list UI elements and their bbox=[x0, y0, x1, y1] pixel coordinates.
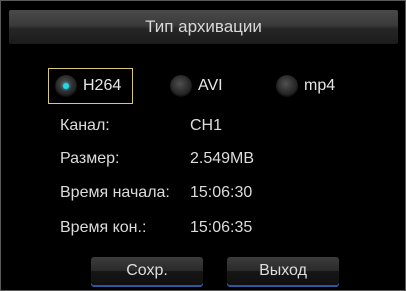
size-label: Размер: bbox=[60, 150, 120, 167]
radio-unchecked-icon[interactable] bbox=[276, 75, 298, 97]
format-option-h264[interactable]: H264 bbox=[48, 68, 133, 104]
end-time-value: 15:06:35 bbox=[190, 219, 253, 236]
format-option-mp4[interactable]: mp4 bbox=[276, 68, 335, 104]
format-option-label: AVI bbox=[198, 77, 223, 94]
radio-checked-icon[interactable] bbox=[55, 75, 77, 97]
radio-unchecked-icon[interactable] bbox=[170, 75, 192, 97]
format-option-avi[interactable]: AVI bbox=[170, 68, 223, 104]
channel-value: CH1 bbox=[190, 117, 223, 134]
format-radio-group: H264 AVI mp4 bbox=[48, 68, 368, 104]
dialog-titlebar: Тип архивации bbox=[9, 10, 398, 44]
start-time-label: Время начала: bbox=[60, 184, 170, 201]
dialog-title: Тип архивации bbox=[145, 17, 262, 36]
size-value: 2.549MB bbox=[190, 150, 255, 167]
exit-button[interactable]: Выход bbox=[227, 257, 339, 285]
archive-type-dialog: Тип архивации H264 AVI mp4 Канал: CH1 Ра… bbox=[0, 0, 406, 291]
start-time-value: 15:06:30 bbox=[190, 184, 253, 201]
format-option-label: H264 bbox=[83, 77, 122, 94]
end-time-label: Время кон.: bbox=[60, 219, 147, 236]
save-button[interactable]: Сохр. bbox=[91, 257, 203, 285]
format-option-label: mp4 bbox=[304, 77, 336, 94]
channel-label: Канал: bbox=[60, 117, 110, 134]
